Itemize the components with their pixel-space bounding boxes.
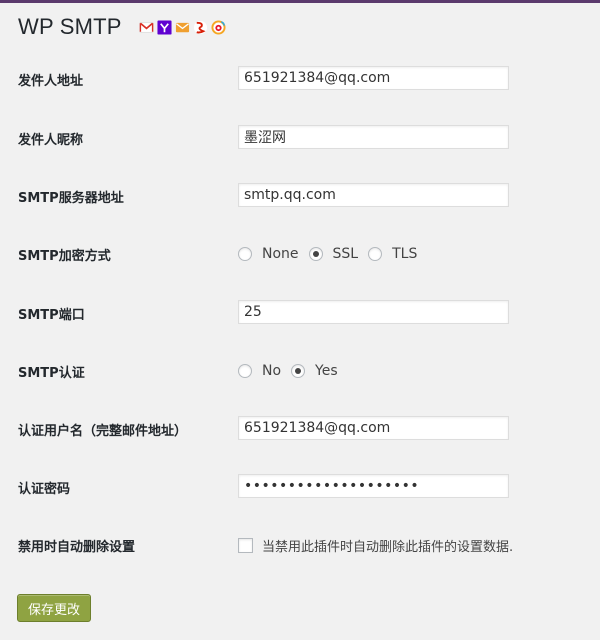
smtp-host-input[interactable]	[238, 183, 509, 207]
smtp-auth-option-yes[interactable]: Yes	[291, 363, 338, 379]
username-input[interactable]	[238, 416, 509, 440]
encryption-option-ssl[interactable]: SSL	[308, 246, 359, 262]
radio-yes-label: Yes	[315, 363, 338, 379]
smtp-auth-radio-group: No Yes	[238, 358, 348, 384]
radio-none[interactable]	[238, 247, 252, 261]
smtp-auth-row: SMTP认证 No Yes	[0, 358, 600, 384]
from-address-label: 发件人地址	[18, 74, 84, 89]
radio-tls[interactable]	[368, 247, 383, 261]
from-name-input[interactable]	[238, 125, 509, 149]
radio-no-label: No	[262, 363, 282, 379]
smtp-host-row: SMTP服务器地址	[0, 183, 600, 209]
title-row: WP SMTP	[18, 11, 226, 43]
from-address-input[interactable]	[238, 66, 509, 90]
smtp-port-input[interactable]	[238, 300, 509, 324]
delete-on-disable-row: 禁用时自动删除设置 当禁用此插件时自动删除此插件的设置数据.	[0, 532, 600, 558]
encryption-radio-group: None SSL TLS	[238, 241, 427, 267]
password-label: 认证密码	[18, 482, 71, 497]
sina-icon[interactable]	[211, 19, 226, 35]
smtp-port-row: SMTP端口	[0, 300, 600, 326]
username-row: 认证用户名（完整邮件地址）	[0, 416, 600, 442]
delete-on-disable-option[interactable]: 当禁用此插件时自动删除此插件的设置数据.	[238, 532, 513, 558]
username-label: 认证用户名（完整邮件地址）	[18, 424, 188, 439]
provider-icons	[139, 19, 226, 35]
radio-ssl[interactable]	[308, 247, 323, 261]
delete-on-disable-label: 禁用时自动删除设置	[18, 540, 136, 555]
password-input[interactable]	[238, 474, 509, 498]
radio-no[interactable]	[238, 364, 252, 378]
yahoo-icon[interactable]	[157, 19, 172, 35]
delete-on-disable-checkbox[interactable]	[238, 537, 253, 553]
from-name-row: 发件人昵称	[0, 125, 600, 151]
radio-tls-label: TLS	[392, 246, 418, 262]
encryption-option-tls[interactable]: TLS	[368, 246, 417, 262]
hotmail-icon[interactable]	[175, 20, 190, 35]
password-row: 认证密码	[0, 474, 600, 500]
smtp-auth-option-no[interactable]: No	[238, 363, 281, 379]
encryption-label: SMTP加密方式	[18, 249, 111, 264]
gmail-icon[interactable]	[139, 20, 154, 35]
save-button[interactable]: 保存更改	[17, 594, 91, 622]
encryption-row: SMTP加密方式 None SSL TLS	[0, 241, 600, 267]
delete-on-disable-description: 当禁用此插件时自动删除此插件的设置数据.	[262, 539, 514, 555]
netease-163-icon[interactable]	[193, 20, 208, 35]
encryption-option-none[interactable]: None	[238, 246, 299, 262]
from-address-row: 发件人地址	[0, 66, 600, 92]
page-title: WP SMTP	[18, 14, 122, 39]
radio-none-label: None	[262, 246, 299, 262]
smtp-port-label: SMTP端口	[18, 308, 85, 323]
radio-yes[interactable]	[291, 364, 306, 378]
from-name-label: 发件人昵称	[18, 133, 84, 148]
radio-ssl-label: SSL	[332, 246, 359, 262]
smtp-auth-label: SMTP认证	[18, 366, 85, 381]
smtp-host-label: SMTP服务器地址	[18, 191, 124, 206]
